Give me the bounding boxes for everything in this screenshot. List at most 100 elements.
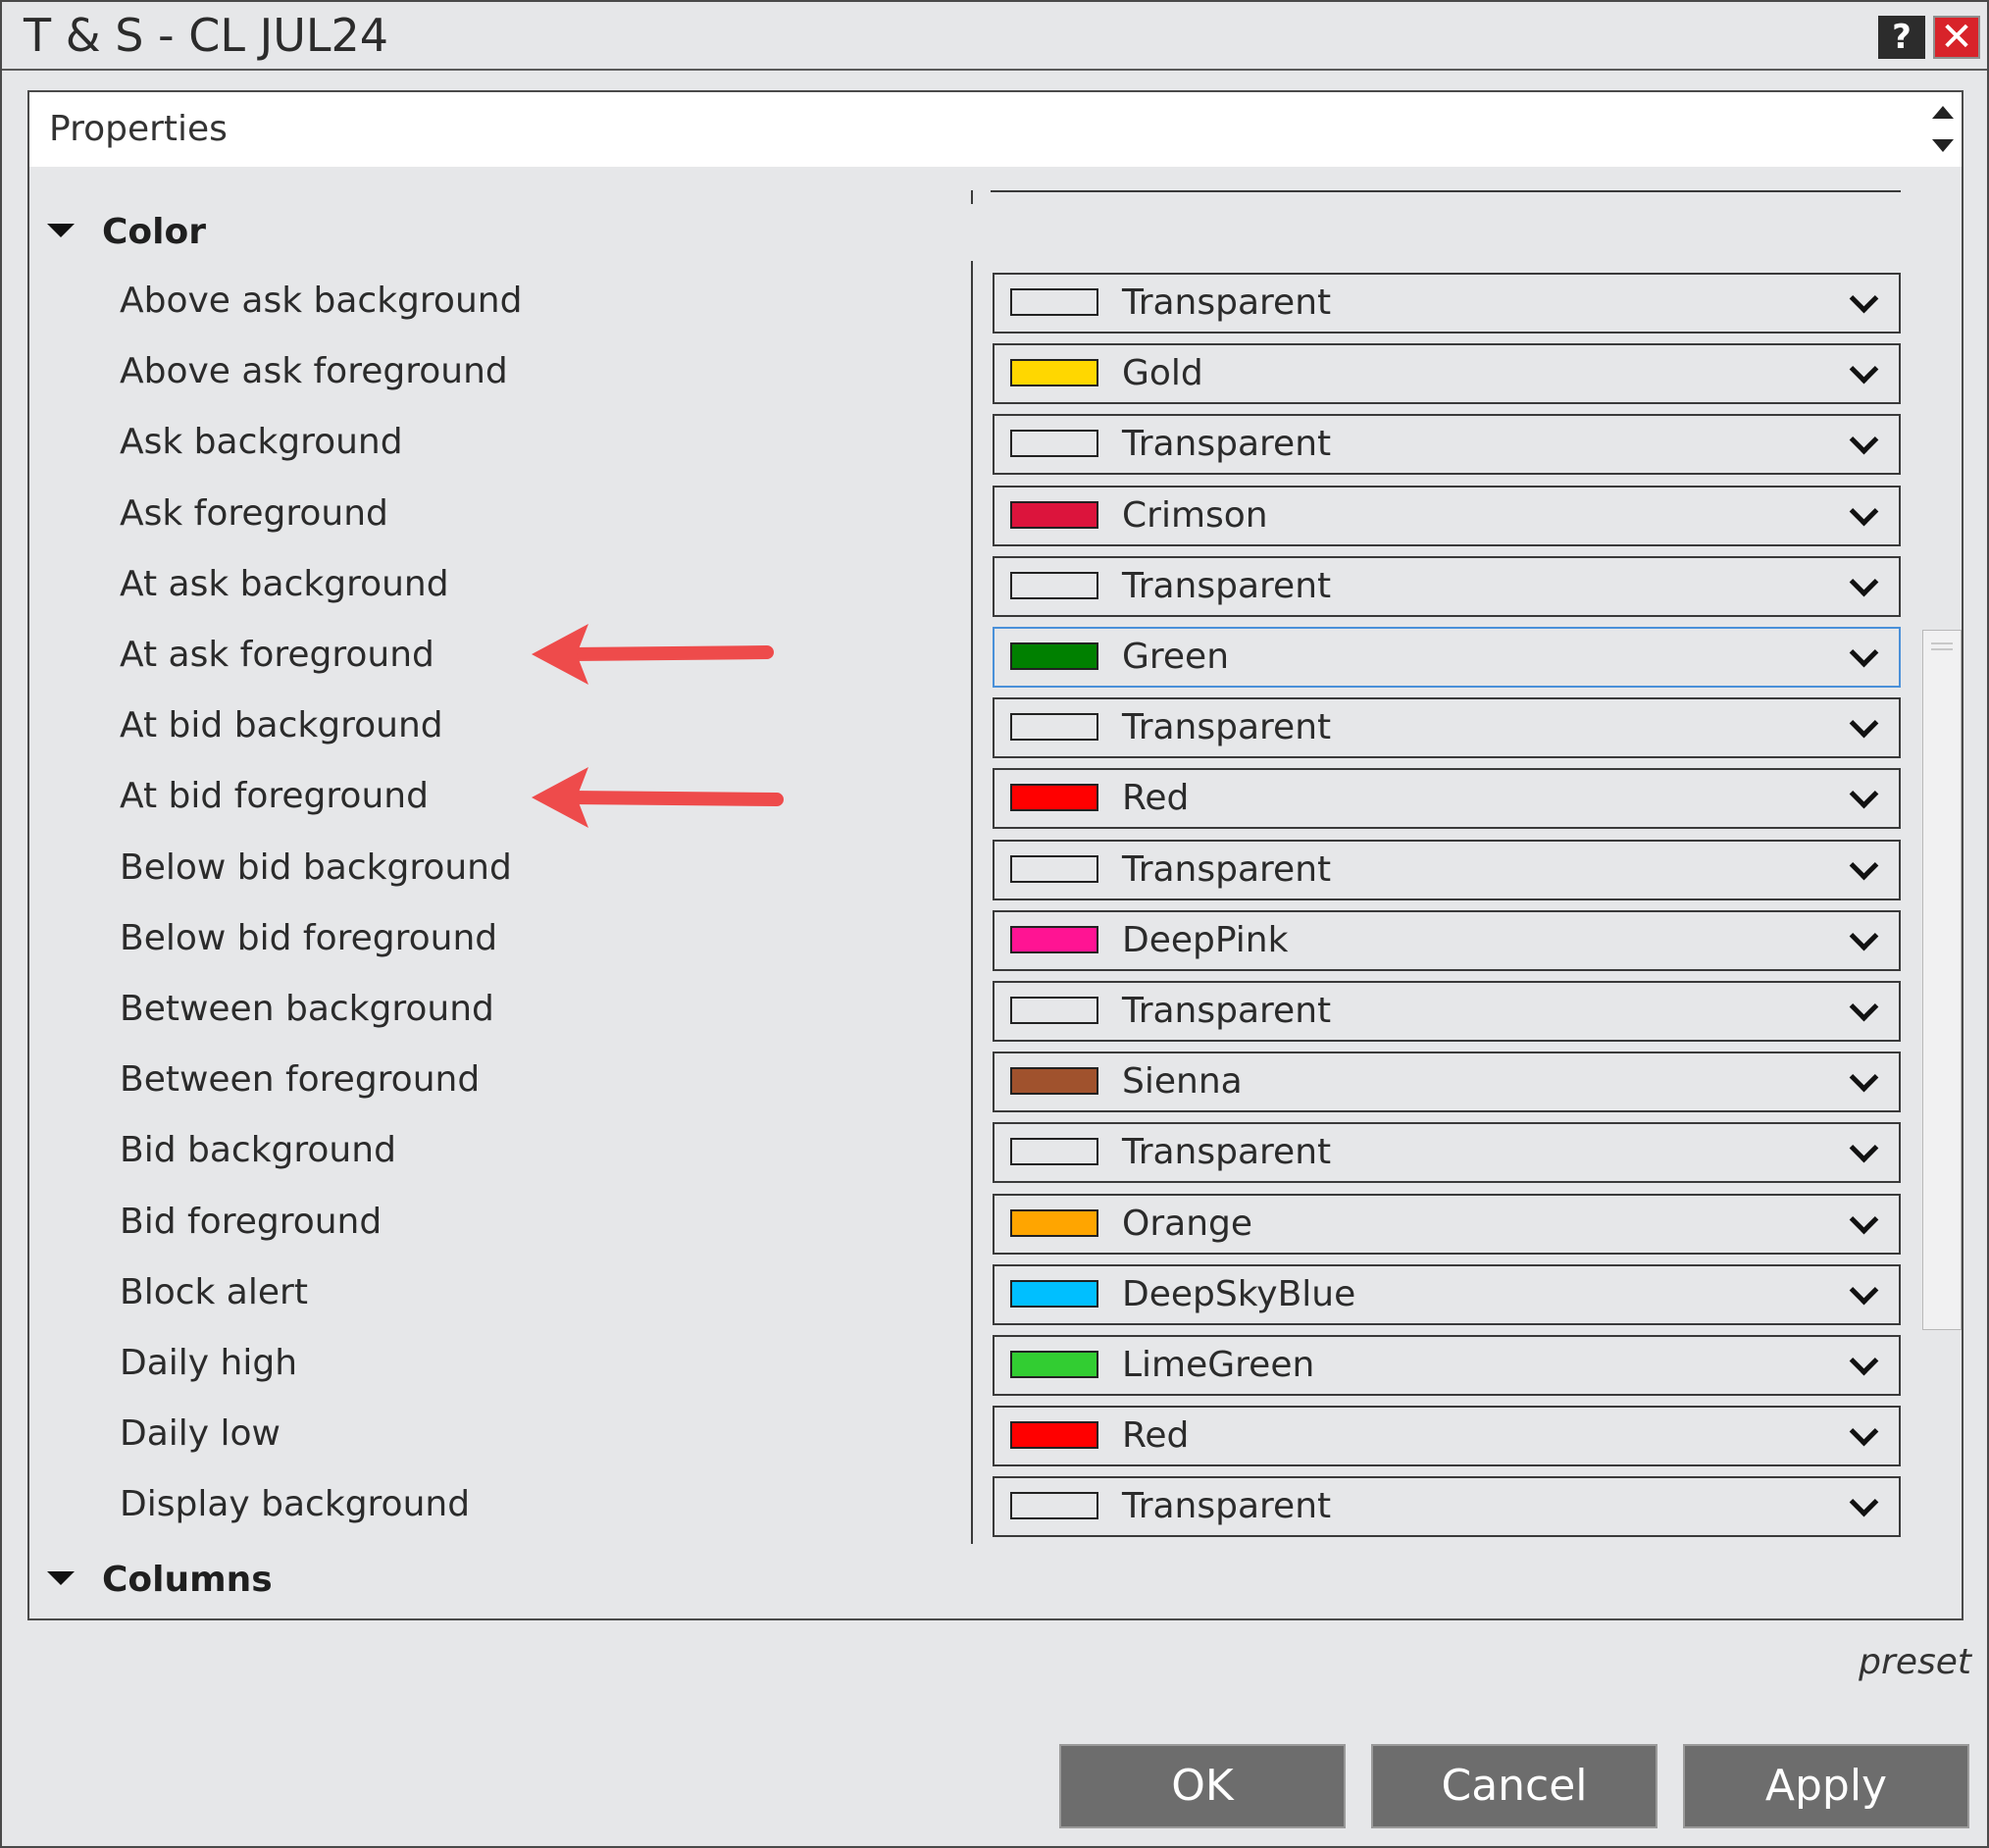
color-dropdown[interactable]: DeepPink [993,910,1901,971]
dropdown-value: Gold [1122,353,1203,393]
color-dropdown[interactable]: Red [993,768,1901,829]
dropdown-value: Orange [1122,1204,1253,1244]
color-swatch [1010,430,1098,457]
window-title: T & S - CL JUL24 [24,9,389,62]
color-dropdown[interactable]: Transparent [993,556,1901,617]
chevron-down-icon[interactable] [1849,496,1879,527]
color-dropdown[interactable]: Red [993,1406,1901,1466]
chevron-down-icon[interactable] [1849,567,1879,597]
chevron-down-icon[interactable] [1849,1346,1879,1376]
color-dropdown[interactable]: Transparent [993,981,1901,1042]
property-label: Between background [120,989,494,1029]
property-label: Display background [120,1484,471,1524]
scrollbar[interactable] [1922,630,1962,1330]
sort-up-icon[interactable] [1932,106,1954,119]
ok-button[interactable]: OK [1059,1744,1346,1828]
property-label: Daily high [120,1343,298,1383]
scroll-grip-icon [1931,642,1953,644]
color-swatch [1010,1138,1098,1165]
chevron-down-icon[interactable] [1849,850,1879,881]
chevron-down-icon[interactable] [1849,708,1879,739]
color-swatch [1010,1421,1098,1449]
property-label: Above ask foreground [120,351,508,391]
chevron-down-icon[interactable] [1849,283,1879,314]
collapse-triangle-icon[interactable] [47,1571,75,1585]
color-dropdown[interactable]: Transparent [993,840,1901,900]
chevron-down-icon[interactable] [1849,992,1879,1022]
dropdown-value: Transparent [1122,707,1332,747]
annotation-arrow-icon [532,624,774,685]
chevron-down-icon[interactable] [1849,1133,1879,1163]
dropdown-value: Red [1122,778,1190,818]
category-label: Columns [102,1560,273,1600]
dropdown-value: Red [1122,1415,1190,1456]
column-divider[interactable] [971,261,973,1544]
chevron-down-icon[interactable] [1849,779,1879,809]
help-button[interactable]: ? [1878,16,1925,59]
color-dropdown[interactable]: Orange [993,1194,1901,1255]
color-swatch [1010,359,1098,386]
color-swatch [1010,1209,1098,1237]
color-swatch [1010,1351,1098,1378]
property-label: Below bid foreground [120,918,498,958]
color-dropdown[interactable]: Green [993,627,1901,688]
dropdown-value: Crimson [1122,495,1268,536]
color-swatch [1010,926,1098,953]
color-dropdown[interactable]: DeepSkyBlue [993,1264,1901,1325]
property-label: Ask foreground [120,493,388,534]
color-dropdown[interactable]: Transparent [993,414,1901,475]
property-label: Below bid background [120,847,512,888]
color-dropdown[interactable]: Transparent [993,1476,1901,1537]
chevron-down-icon[interactable] [1849,354,1879,385]
property-label: Above ask background [120,281,523,321]
chevron-down-icon[interactable] [1849,638,1879,668]
dropdown-value: Transparent [1122,282,1332,323]
chevron-down-icon[interactable] [1849,1275,1879,1306]
color-dropdown[interactable]: Gold [993,343,1901,404]
chevron-down-icon[interactable] [1849,425,1879,455]
collapse-triangle-icon[interactable] [47,224,75,237]
scroll-grip-icon [1931,648,1953,650]
color-swatch [1010,1067,1098,1095]
value-column-top-line [991,190,1901,192]
dropdown-value: LimeGreen [1122,1345,1315,1385]
chevron-down-icon[interactable] [1849,1205,1879,1235]
color-swatch [1010,1492,1098,1519]
column-divider-tick [971,190,973,204]
color-dropdown[interactable]: Transparent [993,1122,1901,1183]
dropdown-value: Green [1122,637,1230,677]
properties-title: Properties [49,109,228,149]
property-label: Ask background [120,422,403,462]
property-label: Daily low [120,1413,281,1454]
dropdown-value: DeepPink [1122,920,1289,960]
cancel-button[interactable]: Cancel [1371,1744,1658,1828]
color-dropdown[interactable]: Sienna [993,1052,1901,1112]
close-button[interactable]: ✕ [1933,16,1980,59]
dropdown-value: Transparent [1122,991,1332,1031]
color-dropdown[interactable]: Transparent [993,697,1901,758]
sort-down-icon[interactable] [1932,139,1954,152]
color-dropdown[interactable]: LimeGreen [993,1335,1901,1396]
property-label: At ask background [120,564,449,604]
apply-button[interactable]: Apply [1683,1744,1969,1828]
category-label: Color [102,212,206,252]
chevron-down-icon[interactable] [1849,1487,1879,1517]
color-swatch [1010,855,1098,883]
color-swatch [1010,501,1098,529]
chevron-down-icon[interactable] [1849,921,1879,951]
color-dropdown[interactable]: Transparent [993,273,1901,334]
property-label: At bid background [120,705,443,745]
annotation-arrow-icon [532,767,784,828]
property-label: Bid foreground [120,1202,382,1242]
color-swatch [1010,642,1098,670]
property-label: Between foreground [120,1059,481,1100]
dropdown-value: Transparent [1122,424,1332,464]
chevron-down-icon[interactable] [1849,1062,1879,1093]
preset-link[interactable]: preset [1846,1638,1971,1687]
color-swatch [1010,1280,1098,1308]
chevron-down-icon[interactable] [1849,1416,1879,1447]
color-swatch [1010,288,1098,316]
properties-dialog: T & S - CL JUL24 ? ✕ Properties Color Ab… [0,0,1989,1848]
color-swatch [1010,713,1098,741]
color-dropdown[interactable]: Crimson [993,486,1901,546]
